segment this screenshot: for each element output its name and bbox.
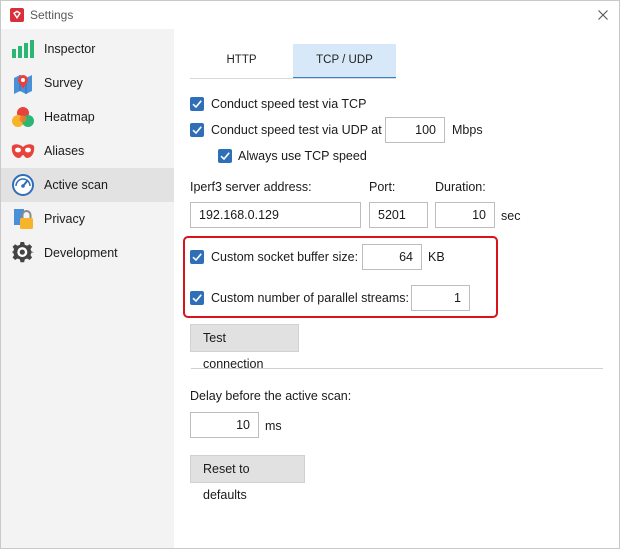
tab-http[interactable]: HTTP: [190, 44, 293, 79]
tab-tcp-udp[interactable]: TCP / UDP: [293, 44, 396, 79]
sidebar-item-survey[interactable]: Survey: [1, 66, 174, 100]
duration-label: Duration:: [435, 180, 486, 194]
checkmark-icon: [192, 100, 202, 109]
buffer-size-input[interactable]: 64: [362, 244, 422, 270]
map-pin-icon: [11, 72, 35, 94]
tcp-speed-test-label: Conduct speed test via TCP: [211, 97, 367, 111]
checkmark-icon: [192, 126, 202, 135]
reset-defaults-button[interactable]: Reset to defaults: [190, 455, 305, 502]
sidebar-item-label: Development: [44, 246, 118, 260]
parallel-streams-label: Custom number of parallel streams:: [211, 291, 409, 305]
udp-rate-input[interactable]: 100: [385, 117, 445, 143]
port-input[interactable]: 5201: [369, 202, 428, 228]
sidebar-item-label: Privacy: [44, 212, 85, 226]
sidebar-item-active-scan[interactable]: Active scan: [1, 168, 174, 202]
sidebar-item-label: Inspector: [44, 42, 96, 56]
heatmap-icon: [11, 106, 35, 128]
custom-buffer-checkbox[interactable]: [190, 250, 204, 264]
app-logo-icon: [10, 8, 24, 22]
sidebar-item-privacy[interactable]: Privacy: [1, 202, 174, 236]
duration-input[interactable]: 10: [435, 202, 495, 228]
sidebar-item-label: Active scan: [44, 178, 108, 192]
sidebar-item-aliases[interactable]: Aliases: [1, 134, 174, 168]
section-divider: [191, 368, 603, 369]
lock-icon: [11, 208, 35, 230]
mask-icon: [11, 140, 35, 162]
checkmark-icon: [192, 294, 202, 303]
sidebar-item-inspector[interactable]: Inspector: [1, 32, 174, 66]
delay-label: Delay before the active scan:: [190, 389, 352, 403]
sidebar-item-label: Aliases: [44, 144, 85, 158]
parallel-streams-checkbox[interactable]: [190, 291, 204, 305]
delay-input[interactable]: 10: [190, 412, 259, 438]
title-bar: Settings: [1, 1, 619, 29]
always-tcp-speed-checkbox[interactable]: [218, 149, 232, 163]
sidebar: Inspector Survey Heatmap Aliases Active …: [1, 29, 174, 548]
test-connection-button[interactable]: Test connection: [190, 324, 299, 371]
speedometer-icon: [11, 174, 35, 196]
close-button[interactable]: [593, 5, 613, 25]
settings-window: Settings Inspector Survey Heatmap Aliase…: [0, 0, 620, 549]
server-address-input[interactable]: 192.168.0.129: [190, 202, 361, 228]
bar-chart-icon: [11, 38, 35, 60]
custom-buffer-label: Custom socket buffer size:: [211, 250, 359, 264]
sidebar-item-label: Heatmap: [44, 110, 95, 124]
parallel-streams-input[interactable]: 1: [411, 285, 470, 311]
sidebar-item-label: Survey: [44, 76, 83, 90]
buffer-size-unit: KB: [428, 250, 445, 264]
checkmark-icon: [220, 152, 230, 161]
always-tcp-speed-label: Always use TCP speed: [238, 149, 367, 163]
close-icon: [598, 10, 608, 20]
server-address-label: Iperf3 server address:: [190, 180, 312, 194]
tcp-speed-test-checkbox[interactable]: [190, 97, 204, 111]
udp-rate-unit: Mbps: [452, 123, 483, 137]
udp-speed-test-label: Conduct speed test via UDP at: [211, 123, 382, 137]
port-label: Port:: [369, 180, 396, 194]
sidebar-item-development[interactable]: Development: [1, 236, 174, 270]
delay-unit: ms: [265, 419, 282, 433]
checkmark-icon: [192, 253, 202, 262]
duration-unit: sec: [501, 209, 521, 223]
settings-content: HTTP TCP / UDP Conduct speed test via TC…: [174, 29, 619, 548]
window-title: Settings: [30, 8, 74, 22]
udp-speed-test-checkbox[interactable]: [190, 123, 204, 137]
tab-strip-divider: [190, 78, 396, 79]
gear-icon: [11, 242, 35, 264]
sidebar-item-heatmap[interactable]: Heatmap: [1, 100, 174, 134]
